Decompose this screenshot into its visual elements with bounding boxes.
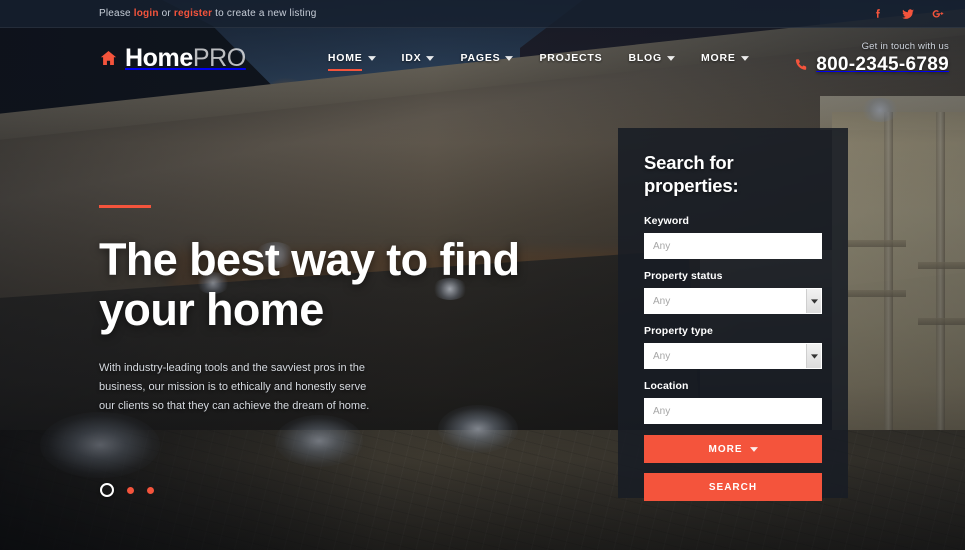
- notice-prefix: Please: [99, 8, 134, 19]
- header-contact: Get in touch with us 800-2345-6789: [794, 41, 949, 76]
- field-property-status: Property status: [644, 270, 822, 315]
- chevron-down-icon: [740, 55, 749, 61]
- hero-subtitle: With industry-leading tools and the savv…: [99, 361, 370, 412]
- field-label-keyword: Keyword: [644, 215, 690, 228]
- phone-link[interactable]: 800-2345-6789: [794, 54, 949, 76]
- field-keyword: Keyword: [644, 215, 822, 260]
- nav-label: PAGES: [460, 52, 501, 64]
- twitter-link[interactable]: [901, 7, 915, 21]
- chevron-down-icon: [749, 446, 758, 452]
- hero-copy: The best way to find your home With indu…: [99, 205, 569, 416]
- nav-item-home[interactable]: HOME: [327, 52, 376, 71]
- field-label-property-status: Property status: [644, 270, 723, 283]
- top-utility-bar: Please login or register to create a new…: [0, 0, 965, 28]
- search-button-label: SEARCH: [708, 481, 758, 493]
- logo-text-light: PRO: [192, 43, 246, 72]
- page-root: Please login or register to create a new…: [0, 0, 965, 550]
- hero-accent-rule: [99, 205, 151, 208]
- chevron-down-icon: [666, 55, 675, 61]
- listing-notice: Please login or register to create a new…: [99, 8, 317, 19]
- slider-dot-3[interactable]: [147, 486, 154, 494]
- chevron-down-icon: [426, 55, 435, 61]
- search-panel-title: Search for properties:: [644, 152, 739, 196]
- main-nav: HOME IDX PAGES PROJECTS BLOG MORE: [327, 52, 749, 71]
- property-type-select[interactable]: [644, 343, 822, 370]
- chevron-down-icon: [505, 55, 514, 61]
- property-status-select[interactable]: [644, 288, 822, 315]
- logo-text-bold: Home: [125, 43, 193, 72]
- facebook-link[interactable]: [871, 7, 885, 21]
- property-status-dropdown-arrow[interactable]: [806, 289, 821, 314]
- home-icon: [100, 50, 117, 66]
- nav-label: IDX: [401, 52, 422, 64]
- field-property-type: Property type: [644, 325, 822, 370]
- chevron-down-icon: [810, 299, 818, 304]
- hero-title: The best way to find your home: [99, 234, 520, 335]
- chevron-down-icon: [367, 55, 376, 61]
- more-options-label: MORE: [708, 443, 743, 455]
- location-input[interactable]: [644, 398, 822, 425]
- logo-text: HomePRO: [125, 43, 246, 72]
- notice-or: or: [158, 8, 174, 19]
- nav-item-idx[interactable]: IDX: [402, 52, 435, 64]
- logo[interactable]: HomePRO: [99, 43, 246, 72]
- nav-item-pages[interactable]: PAGES: [460, 52, 514, 64]
- slider-dot-1[interactable]: [100, 483, 114, 497]
- notice-suffix: to create a new listing: [212, 8, 317, 19]
- register-link[interactable]: register: [174, 8, 212, 19]
- nav-label: MORE: [700, 52, 736, 64]
- nav-label: PROJECTS: [539, 52, 603, 64]
- nav-label: HOME: [327, 52, 363, 64]
- search-button[interactable]: SEARCH: [644, 473, 822, 502]
- slider-dot-2[interactable]: [127, 486, 134, 494]
- social-links: [871, 7, 949, 21]
- keyword-input[interactable]: [644, 233, 822, 260]
- contact-note: Get in touch with us: [861, 40, 949, 52]
- login-link[interactable]: login: [134, 8, 159, 19]
- property-type-dropdown-arrow[interactable]: [806, 344, 821, 369]
- field-label-property-type: Property type: [644, 325, 713, 338]
- property-search-panel: Search for properties: Keyword Property …: [618, 128, 848, 502]
- more-options-button[interactable]: MORE: [644, 435, 822, 464]
- facebook-icon: [876, 8, 880, 18]
- field-location: Location: [644, 380, 822, 425]
- google-plus-link[interactable]: [931, 7, 945, 21]
- site-header: HomePRO HOME IDX PAGES PROJECTS BLOG MOR…: [0, 28, 965, 88]
- nav-item-more[interactable]: MORE: [701, 52, 749, 64]
- nav-item-blog[interactable]: BLOG: [628, 52, 675, 64]
- nav-item-projects[interactable]: PROJECTS: [539, 52, 602, 64]
- slider-pagination: [100, 483, 154, 497]
- chevron-down-icon: [810, 354, 818, 359]
- nav-label: BLOG: [628, 52, 662, 64]
- phone-icon: [796, 59, 807, 70]
- twitter-icon: [902, 8, 914, 19]
- field-label-location: Location: [644, 380, 689, 393]
- phone-number: 800-2345-6789: [816, 53, 949, 75]
- google-plus-icon: [932, 9, 944, 18]
